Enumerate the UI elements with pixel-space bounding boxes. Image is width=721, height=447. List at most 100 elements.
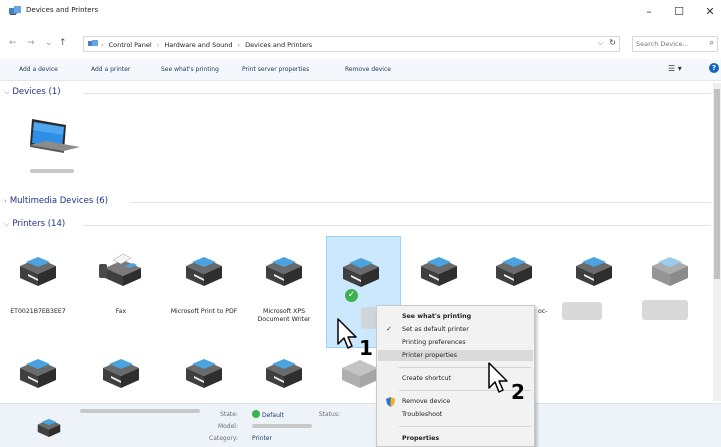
step-number-2: 2 xyxy=(511,380,525,404)
maximize-button[interactable]: ☐ xyxy=(666,3,692,21)
printer-icon xyxy=(576,257,612,286)
printer-icon xyxy=(20,257,56,286)
address-dropdown-icon[interactable]: ⌵ xyxy=(598,39,603,48)
model-value-redacted xyxy=(252,424,312,428)
printer-label: Microsoft XPS Document Writer xyxy=(257,308,311,323)
printer-label: Fax xyxy=(115,308,127,315)
menu-item-troubleshoot[interactable]: Troubleshoot xyxy=(378,409,533,420)
uac-shield-icon xyxy=(386,397,395,407)
search-box[interactable]: ⌕ xyxy=(632,36,718,52)
breadcrumb-control-panel[interactable]: Control Panel xyxy=(109,41,152,49)
devices-group-label: Devices (1) xyxy=(12,87,61,97)
search-input[interactable] xyxy=(633,37,703,51)
printer-icon xyxy=(20,359,56,388)
menu-item-printing-preferences[interactable]: Printing preferences xyxy=(378,337,533,348)
change-view-button[interactable]: ☰ ▾ xyxy=(668,64,682,73)
printer-name-redacted xyxy=(642,300,688,320)
help-icon[interactable]: ? xyxy=(709,63,719,73)
state-label: State: xyxy=(220,411,238,418)
category-value: Printer xyxy=(252,435,272,442)
breadcrumb[interactable]: › Control Panel › Hardware and Sound › Device… xyxy=(83,36,620,52)
vertical-scrollbar[interactable] xyxy=(713,83,721,401)
details-pane: State: Default Status: Model: Category: … xyxy=(0,403,721,447)
printer-tile[interactable] xyxy=(87,338,155,398)
printer-tile[interactable] xyxy=(4,338,72,398)
menu-separator xyxy=(399,426,531,427)
selected-printer-icon xyxy=(37,418,61,437)
context-menu: See what's printing ✓ Set as default prin… xyxy=(376,305,535,447)
model-label: Model: xyxy=(217,423,238,430)
laptop-device-icon[interactable] xyxy=(26,117,82,161)
add-device-button[interactable]: Add a device xyxy=(19,66,58,73)
printer-tile[interactable] xyxy=(250,338,318,398)
printer-tile[interactable] xyxy=(560,236,628,341)
group-divider xyxy=(84,225,711,226)
printer-icon xyxy=(652,257,688,286)
add-printer-button[interactable]: Add a printer xyxy=(91,66,130,73)
menu-item-set-default-printer[interactable]: ✓ Set as default printer xyxy=(378,324,533,335)
printer-tile[interactable]: Microsoft Print to PDF xyxy=(170,236,238,341)
printer-tile[interactable]: Microsoft XPS Document Writer xyxy=(250,236,318,341)
step-number-1: 1 xyxy=(359,336,373,360)
devices-printers-app-icon xyxy=(9,6,21,15)
printer-label: oc- xyxy=(538,308,548,315)
printer-name-redacted xyxy=(562,302,602,320)
refresh-icon[interactable]: ↻ xyxy=(609,38,616,47)
print-server-properties-button[interactable]: Print server properties xyxy=(242,66,309,73)
category-label: Category: xyxy=(209,435,238,442)
printer-tile[interactable] xyxy=(170,338,238,398)
minimize-button[interactable]: – xyxy=(636,3,662,21)
printer-icon xyxy=(103,359,139,388)
printer-tile[interactable]: ET0021B7EB3EE7 xyxy=(4,236,72,341)
window-title: Devices and Printers xyxy=(26,6,99,14)
default-check-icon: ✓ xyxy=(345,289,358,302)
search-icon[interactable]: ⌕ xyxy=(710,38,714,48)
status-label: Status: xyxy=(318,411,340,418)
printers-group-header[interactable]: ⌵ Printers (14) xyxy=(4,219,65,229)
printer-tile[interactable] xyxy=(636,236,704,341)
group-divider xyxy=(130,202,711,203)
mouse-cursor-icon xyxy=(488,362,508,393)
menu-item-printer-properties[interactable]: Printer properties xyxy=(378,350,533,361)
see-whats-printing-button[interactable]: See what's printing xyxy=(161,66,219,73)
multimedia-group-header[interactable]: › Multimedia Devices (6) xyxy=(4,196,108,206)
printer-icon xyxy=(343,258,379,287)
command-bar: Add a device Add a printer See what's pr… xyxy=(0,59,721,81)
mouse-cursor-icon xyxy=(337,318,357,349)
chevron-down-icon: ⌵ xyxy=(4,88,10,96)
checkmark-icon: ✓ xyxy=(386,325,392,333)
menu-item-remove-device[interactable]: Remove device xyxy=(378,396,533,407)
close-button[interactable]: ✕ xyxy=(697,3,721,21)
printer-icon xyxy=(266,359,302,388)
device-name-redacted xyxy=(30,169,74,173)
multimedia-group-label: Multimedia Devices (6) xyxy=(9,196,109,206)
state-value: Default xyxy=(252,410,284,419)
printer-icon xyxy=(186,257,222,286)
printer-icon xyxy=(421,257,457,286)
forward-button[interactable]: → xyxy=(27,38,35,48)
back-button[interactable]: ← xyxy=(9,38,17,48)
printer-label: ET0021B7EB3EE7 xyxy=(10,308,66,315)
group-divider xyxy=(84,93,711,94)
chevron-down-icon: ⌵ xyxy=(4,220,10,228)
printer-icon xyxy=(266,257,302,286)
printer-label: Microsoft Print to PDF xyxy=(170,308,238,315)
breadcrumb-devices-and-printers[interactable]: Devices and Printers xyxy=(245,41,312,49)
menu-item-properties[interactable]: Properties xyxy=(378,433,533,444)
chevron-right-icon: › xyxy=(4,197,7,205)
up-button[interactable]: ↑ xyxy=(59,38,67,48)
fax-icon xyxy=(99,253,141,286)
remove-device-button[interactable]: Remove device xyxy=(345,66,391,73)
address-bar: ← → ⌄ ↑ › Control Panel › Hardware and Soun… xyxy=(0,33,721,55)
recent-locations-button[interactable]: ⌄ xyxy=(45,38,53,48)
default-check-icon xyxy=(252,410,260,418)
menu-separator xyxy=(399,367,531,368)
devices-group-header[interactable]: ⌵ Devices (1) xyxy=(4,87,61,97)
breadcrumb-hardware-and-sound[interactable]: Hardware and Sound xyxy=(164,41,232,49)
scrollbar-thumb[interactable] xyxy=(714,89,720,279)
menu-item-see-whats-printing[interactable]: See what's printing xyxy=(378,311,533,322)
printer-tile-fax[interactable]: Fax xyxy=(87,236,155,341)
title-bar: Devices and Printers – ☐ ✕ xyxy=(0,0,721,28)
printer-icon xyxy=(186,359,222,388)
printers-group-label: Printers (14) xyxy=(12,219,66,229)
